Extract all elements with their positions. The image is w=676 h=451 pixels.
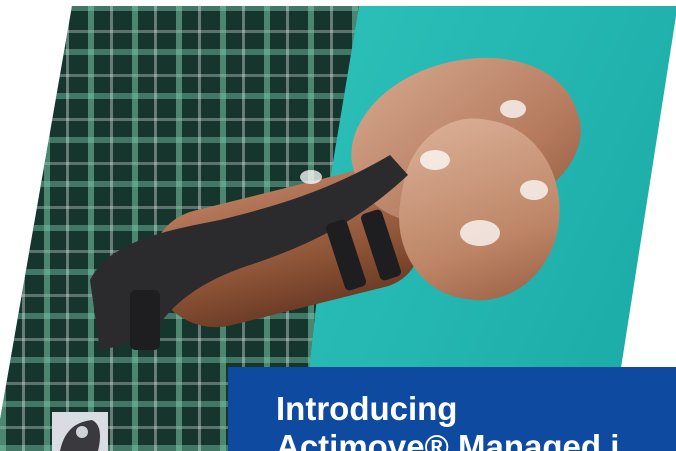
product-thumbnail[interactable] <box>52 412 108 451</box>
banner-heading-line1: Introducing <box>276 390 458 427</box>
banner-heading: Introducing Actimove® Managed i <box>276 390 676 451</box>
wrist-brace <box>90 155 408 350</box>
soap-foam <box>300 170 322 184</box>
soap-foam <box>420 150 450 170</box>
soap-foam <box>460 220 500 246</box>
hero-section: Introducing Actimove® Managed i <box>0 0 676 451</box>
soap-foam <box>520 180 548 200</box>
soap-foam <box>500 100 526 118</box>
banner-heading-line2: Actimove® Managed i <box>276 428 620 451</box>
